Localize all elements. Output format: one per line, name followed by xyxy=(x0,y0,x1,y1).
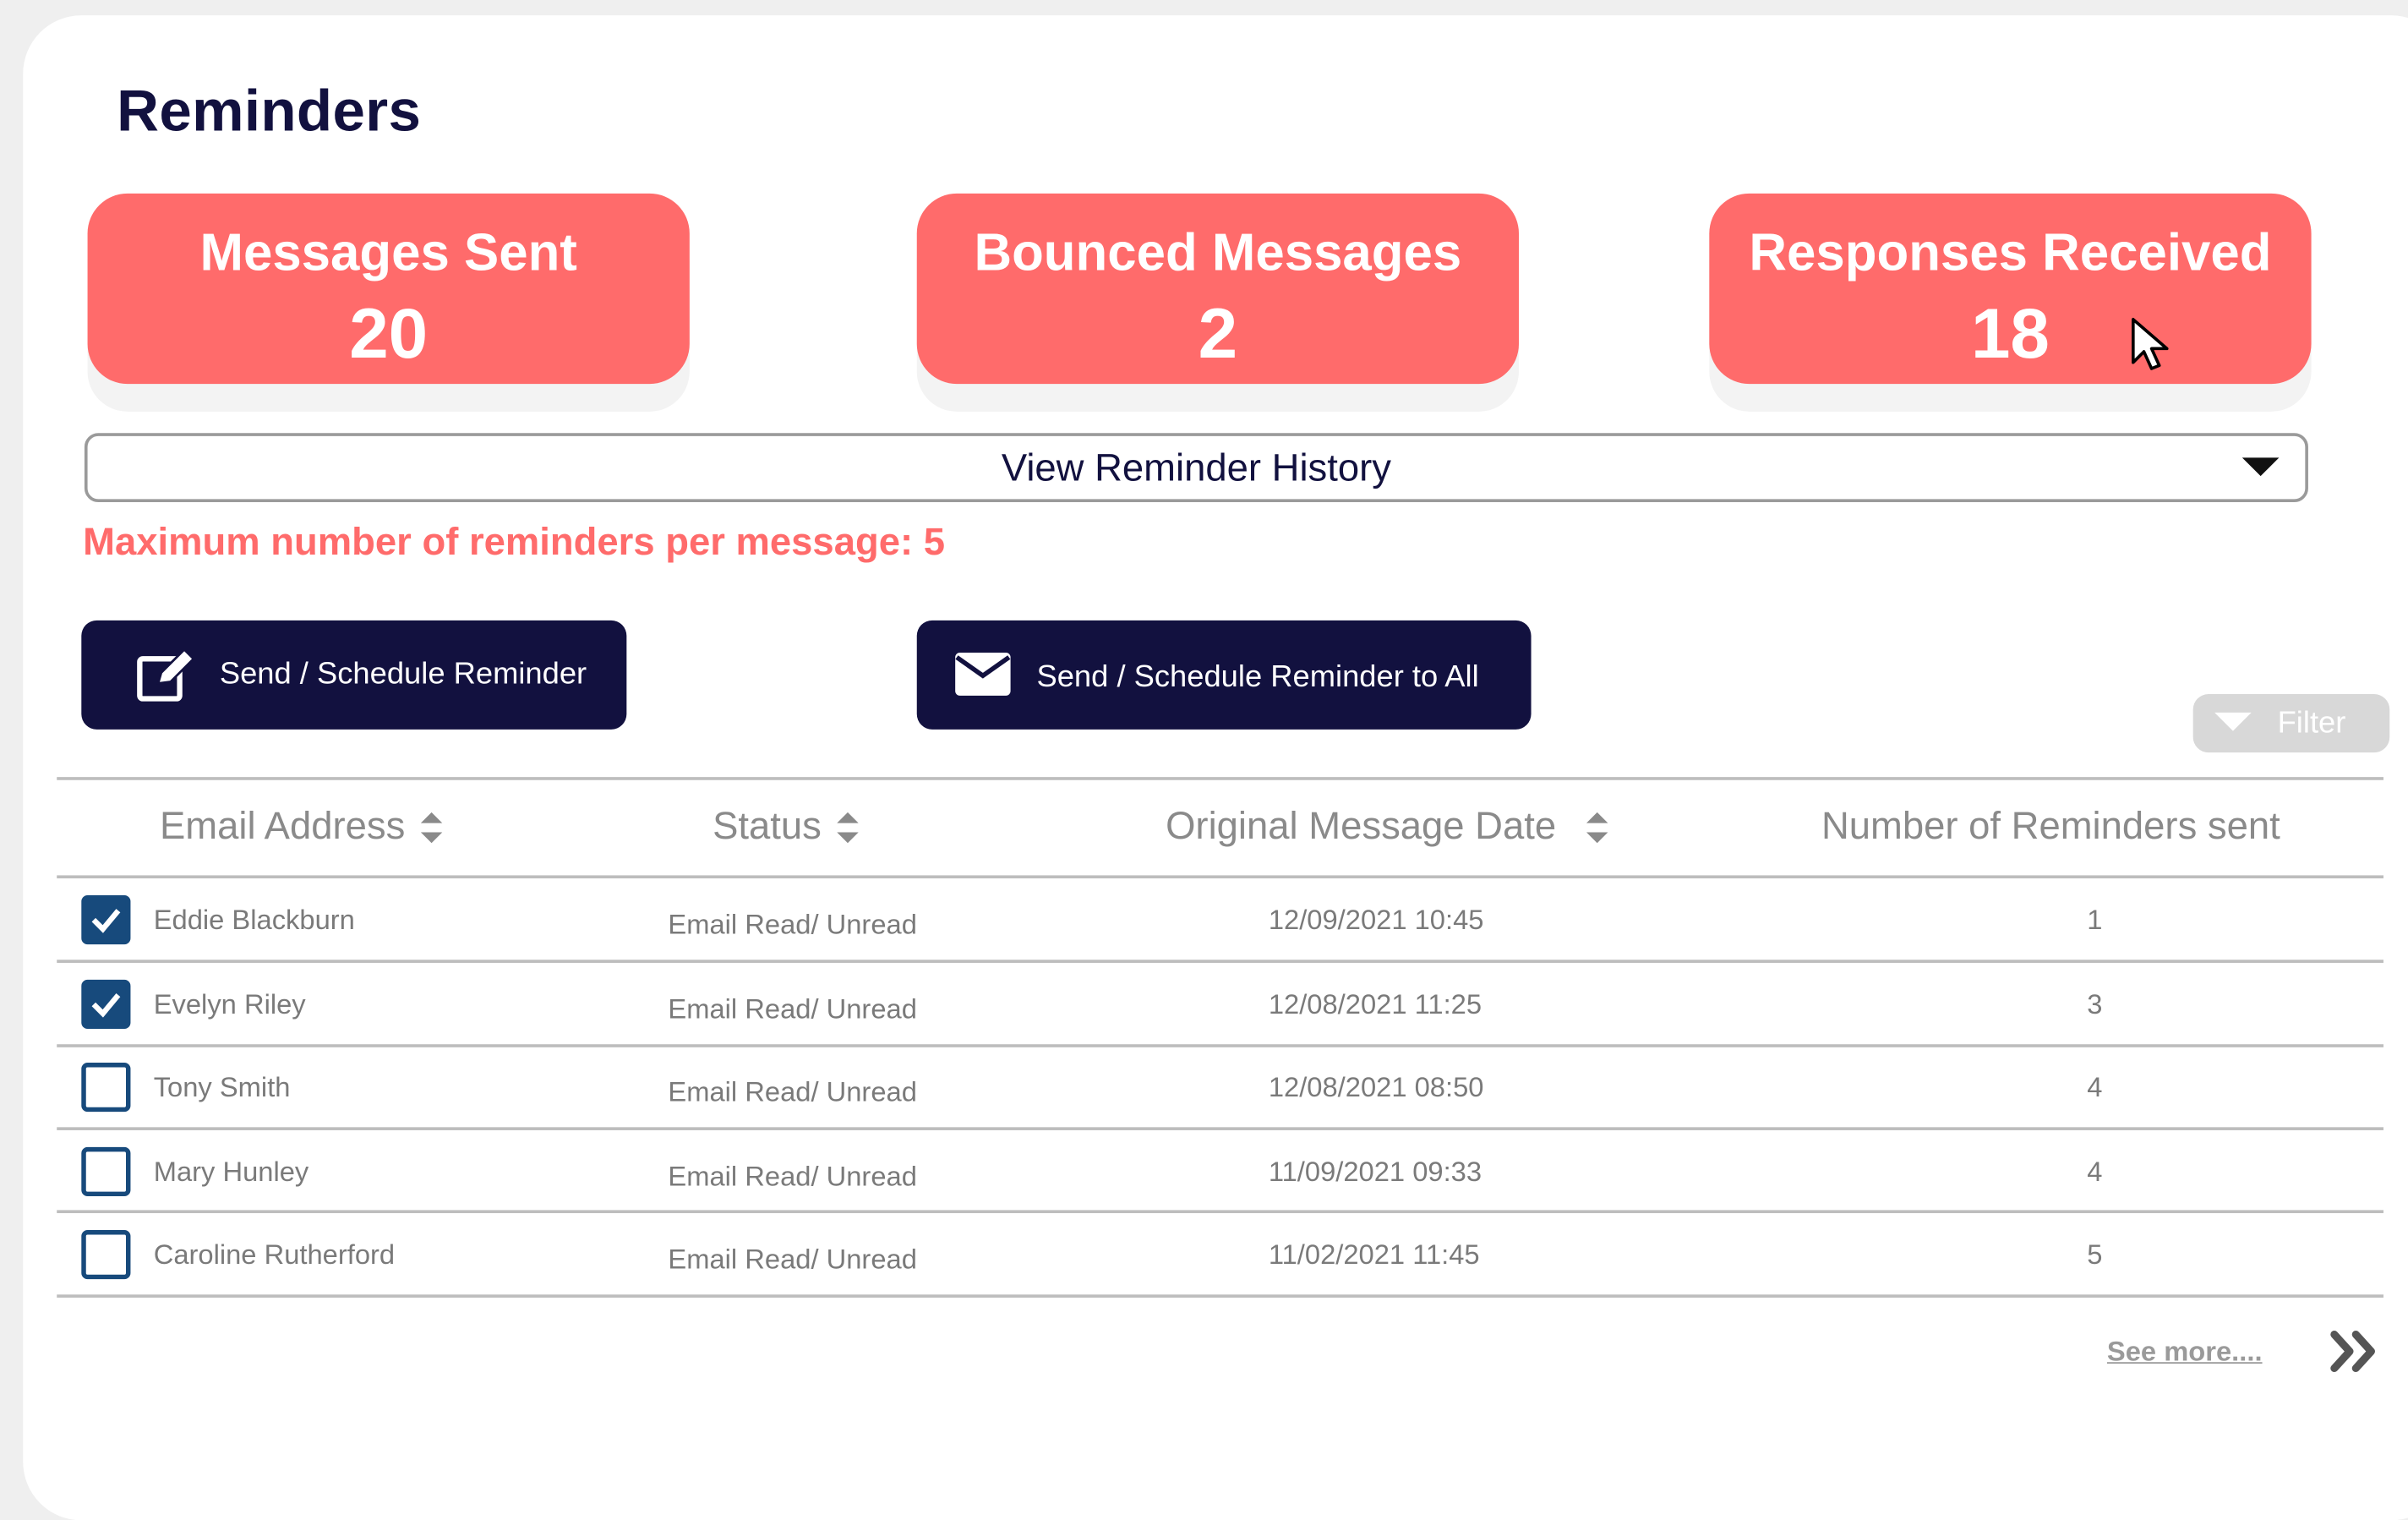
send-schedule-reminder-to-all-label: Send / Schedule Reminder to All xyxy=(1036,660,1479,695)
row-divider xyxy=(57,1127,2383,1130)
bounced-messages-value: 2 xyxy=(1198,293,1238,374)
table-top-divider xyxy=(57,777,2383,780)
row-reminders: 5 xyxy=(2087,1238,2103,1271)
messages-sent-card: Messages Sent 20 xyxy=(87,193,690,385)
responses-received-card: Responses Received 18 xyxy=(1709,193,2312,385)
row-divider xyxy=(57,1210,2383,1214)
mouse-pointer-icon xyxy=(2131,318,2169,370)
row-email: Caroline Rutherford xyxy=(153,1238,396,1271)
max-reminders-note: Maximum number of reminders per message:… xyxy=(83,520,945,564)
row-checkbox[interactable] xyxy=(81,1146,131,1197)
filter-icon xyxy=(2214,712,2252,731)
caret-down-icon xyxy=(2241,457,2280,477)
column-header-reminders-label: Number of Reminders sent xyxy=(1821,804,2280,848)
row-date: 11/02/2021 11:45 xyxy=(1268,1238,1480,1271)
column-header-date[interactable]: Original Message Date xyxy=(1166,805,1608,850)
row-checkbox-checked[interactable] xyxy=(81,979,131,1030)
bounced-messages-label: Bounced Messages xyxy=(974,224,1462,283)
row-reminders: 3 xyxy=(2087,988,2103,1020)
table-header-divider xyxy=(57,875,2383,879)
reminders-stage: Reminders Messages Sent 20 Bounced Messa… xyxy=(0,0,2408,1520)
checkmark-icon xyxy=(91,993,121,1018)
view-reminder-history-dropdown[interactable]: View Reminder History xyxy=(84,433,2308,502)
row-status: Email Read/ Unread xyxy=(668,1076,917,1107)
row-email: Evelyn Riley xyxy=(153,988,306,1020)
row-email: Tony Smith xyxy=(153,1071,291,1103)
row-email: Eddie Blackburn xyxy=(153,904,355,936)
row-reminders: 4 xyxy=(2087,1156,2103,1188)
row-status: Email Read/ Unread xyxy=(668,1244,917,1275)
messages-sent-label: Messages Sent xyxy=(199,224,577,283)
column-header-email-label: Email Address xyxy=(159,804,406,848)
responses-received-value: 18 xyxy=(1970,293,2050,374)
messages-sent-value: 20 xyxy=(349,293,429,374)
column-header-reminders: Number of Reminders sent xyxy=(1821,805,2280,850)
edit-icon xyxy=(137,648,195,702)
send-schedule-reminder-button[interactable]: Send / Schedule Reminder xyxy=(81,620,627,730)
row-date: 12/09/2021 10:45 xyxy=(1268,904,1484,936)
row-status: Email Read/ Unread xyxy=(668,909,917,940)
row-date: 12/08/2021 08:50 xyxy=(1268,1071,1484,1103)
row-status: Email Read/ Unread xyxy=(668,993,917,1025)
row-reminders: 4 xyxy=(2087,1071,2103,1103)
page-title: Reminders xyxy=(117,79,422,145)
responses-received-label: Responses Received xyxy=(1749,224,2272,283)
column-header-status[interactable]: Status xyxy=(713,804,859,850)
sort-icon[interactable] xyxy=(837,812,859,844)
column-header-email[interactable]: Email Address xyxy=(160,805,442,850)
bounced-messages-card: Bounced Messages 2 xyxy=(916,193,1520,385)
row-status: Email Read/ Unread xyxy=(668,1161,917,1192)
row-reminders: 1 xyxy=(2087,904,2103,936)
filter-label: Filter xyxy=(2277,706,2346,741)
send-schedule-reminder-to-all-button[interactable]: Send / Schedule Reminder to All xyxy=(916,620,1532,730)
row-divider xyxy=(57,1044,2383,1047)
column-header-status-label: Status xyxy=(713,804,822,848)
envelope-icon xyxy=(955,653,1011,696)
row-date: 11/09/2021 09:33 xyxy=(1268,1156,1482,1188)
row-divider xyxy=(57,960,2383,963)
filter-button[interactable]: Filter xyxy=(2192,694,2390,753)
sort-icon[interactable] xyxy=(1586,812,1608,844)
table-bottom-divider xyxy=(57,1294,2383,1298)
row-email: Mary Hunley xyxy=(153,1156,309,1188)
row-checkbox[interactable] xyxy=(81,1063,131,1113)
see-more-link[interactable]: See more.... xyxy=(2107,1336,2263,1368)
row-checkbox-checked[interactable] xyxy=(81,895,131,945)
column-header-date-label: Original Message Date xyxy=(1166,804,1557,848)
row-date: 12/08/2021 11:25 xyxy=(1268,988,1482,1020)
double-chevron-right-icon[interactable] xyxy=(2329,1330,2378,1373)
row-checkbox[interactable] xyxy=(81,1230,131,1280)
sort-icon[interactable] xyxy=(420,812,442,844)
send-schedule-reminder-label: Send / Schedule Reminder xyxy=(219,657,587,692)
view-reminder-history-label: View Reminder History xyxy=(1001,446,1392,490)
checkmark-icon xyxy=(91,909,121,933)
